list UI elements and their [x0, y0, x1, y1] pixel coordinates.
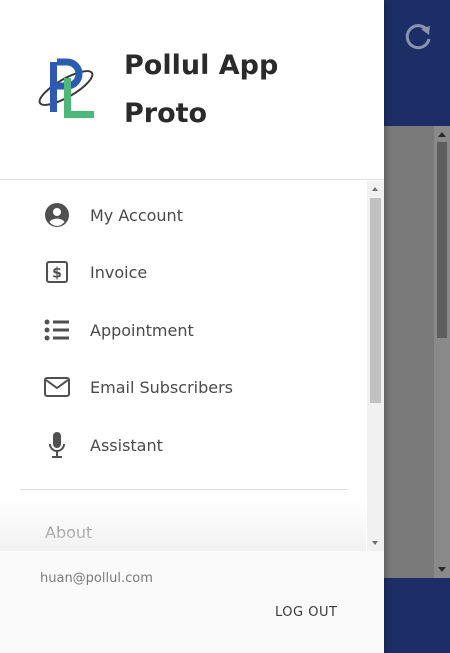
scrollbar-thumb[interactable]	[370, 198, 381, 403]
account-circle-icon	[44, 202, 70, 228]
menu-list: My Account $ Invoice Appointment Email S…	[0, 181, 384, 551]
scroll-up-arrow-icon[interactable]	[438, 132, 446, 137]
menu-item-label: Invoice	[90, 262, 148, 282]
list-icon	[44, 317, 70, 343]
drawer-scrollbar[interactable]	[367, 181, 384, 551]
menu-item-my-account[interactable]: My Account	[0, 190, 366, 240]
pollul-logo-icon	[38, 58, 94, 118]
drawer-footer: huan@pollul.com LOG OUT	[0, 551, 384, 653]
app-title: Pollul App Proto	[124, 50, 279, 129]
svg-text:$: $	[52, 266, 62, 282]
scrollbar-thumb[interactable]	[437, 142, 447, 338]
menu-item-about[interactable]: About	[45, 523, 92, 542]
user-email: huan@pollul.com	[40, 571, 153, 586]
navigation-drawer: Pollul App Proto My Account $ Invoice Ap…	[0, 0, 384, 653]
scroll-up-arrow-icon[interactable]	[372, 187, 378, 191]
scroll-down-arrow-icon[interactable]	[438, 567, 446, 572]
drawer-header: Pollul App Proto	[0, 0, 384, 180]
menu-item-label: Email Subscribers	[90, 377, 233, 397]
menu-item-label: Appointment	[90, 320, 194, 340]
microphone-icon	[44, 432, 70, 458]
menu-item-appointment[interactable]: Appointment	[0, 305, 366, 355]
menu-item-label: Assistant	[90, 435, 163, 455]
envelope-icon	[44, 374, 70, 400]
menu-item-invoice[interactable]: $ Invoice	[0, 247, 366, 297]
refresh-icon[interactable]	[402, 22, 434, 54]
menu-item-label: My Account	[90, 205, 183, 225]
logout-button[interactable]: LOG OUT	[275, 605, 337, 620]
dollar-receipt-icon: $	[44, 259, 70, 285]
page-scrollbar[interactable]	[434, 126, 450, 578]
menu-item-email-subscribers[interactable]: Email Subscribers	[0, 362, 366, 412]
scroll-down-arrow-icon[interactable]	[372, 541, 378, 545]
menu-divider	[20, 489, 347, 490]
menu-item-assistant[interactable]: Assistant	[0, 420, 366, 470]
